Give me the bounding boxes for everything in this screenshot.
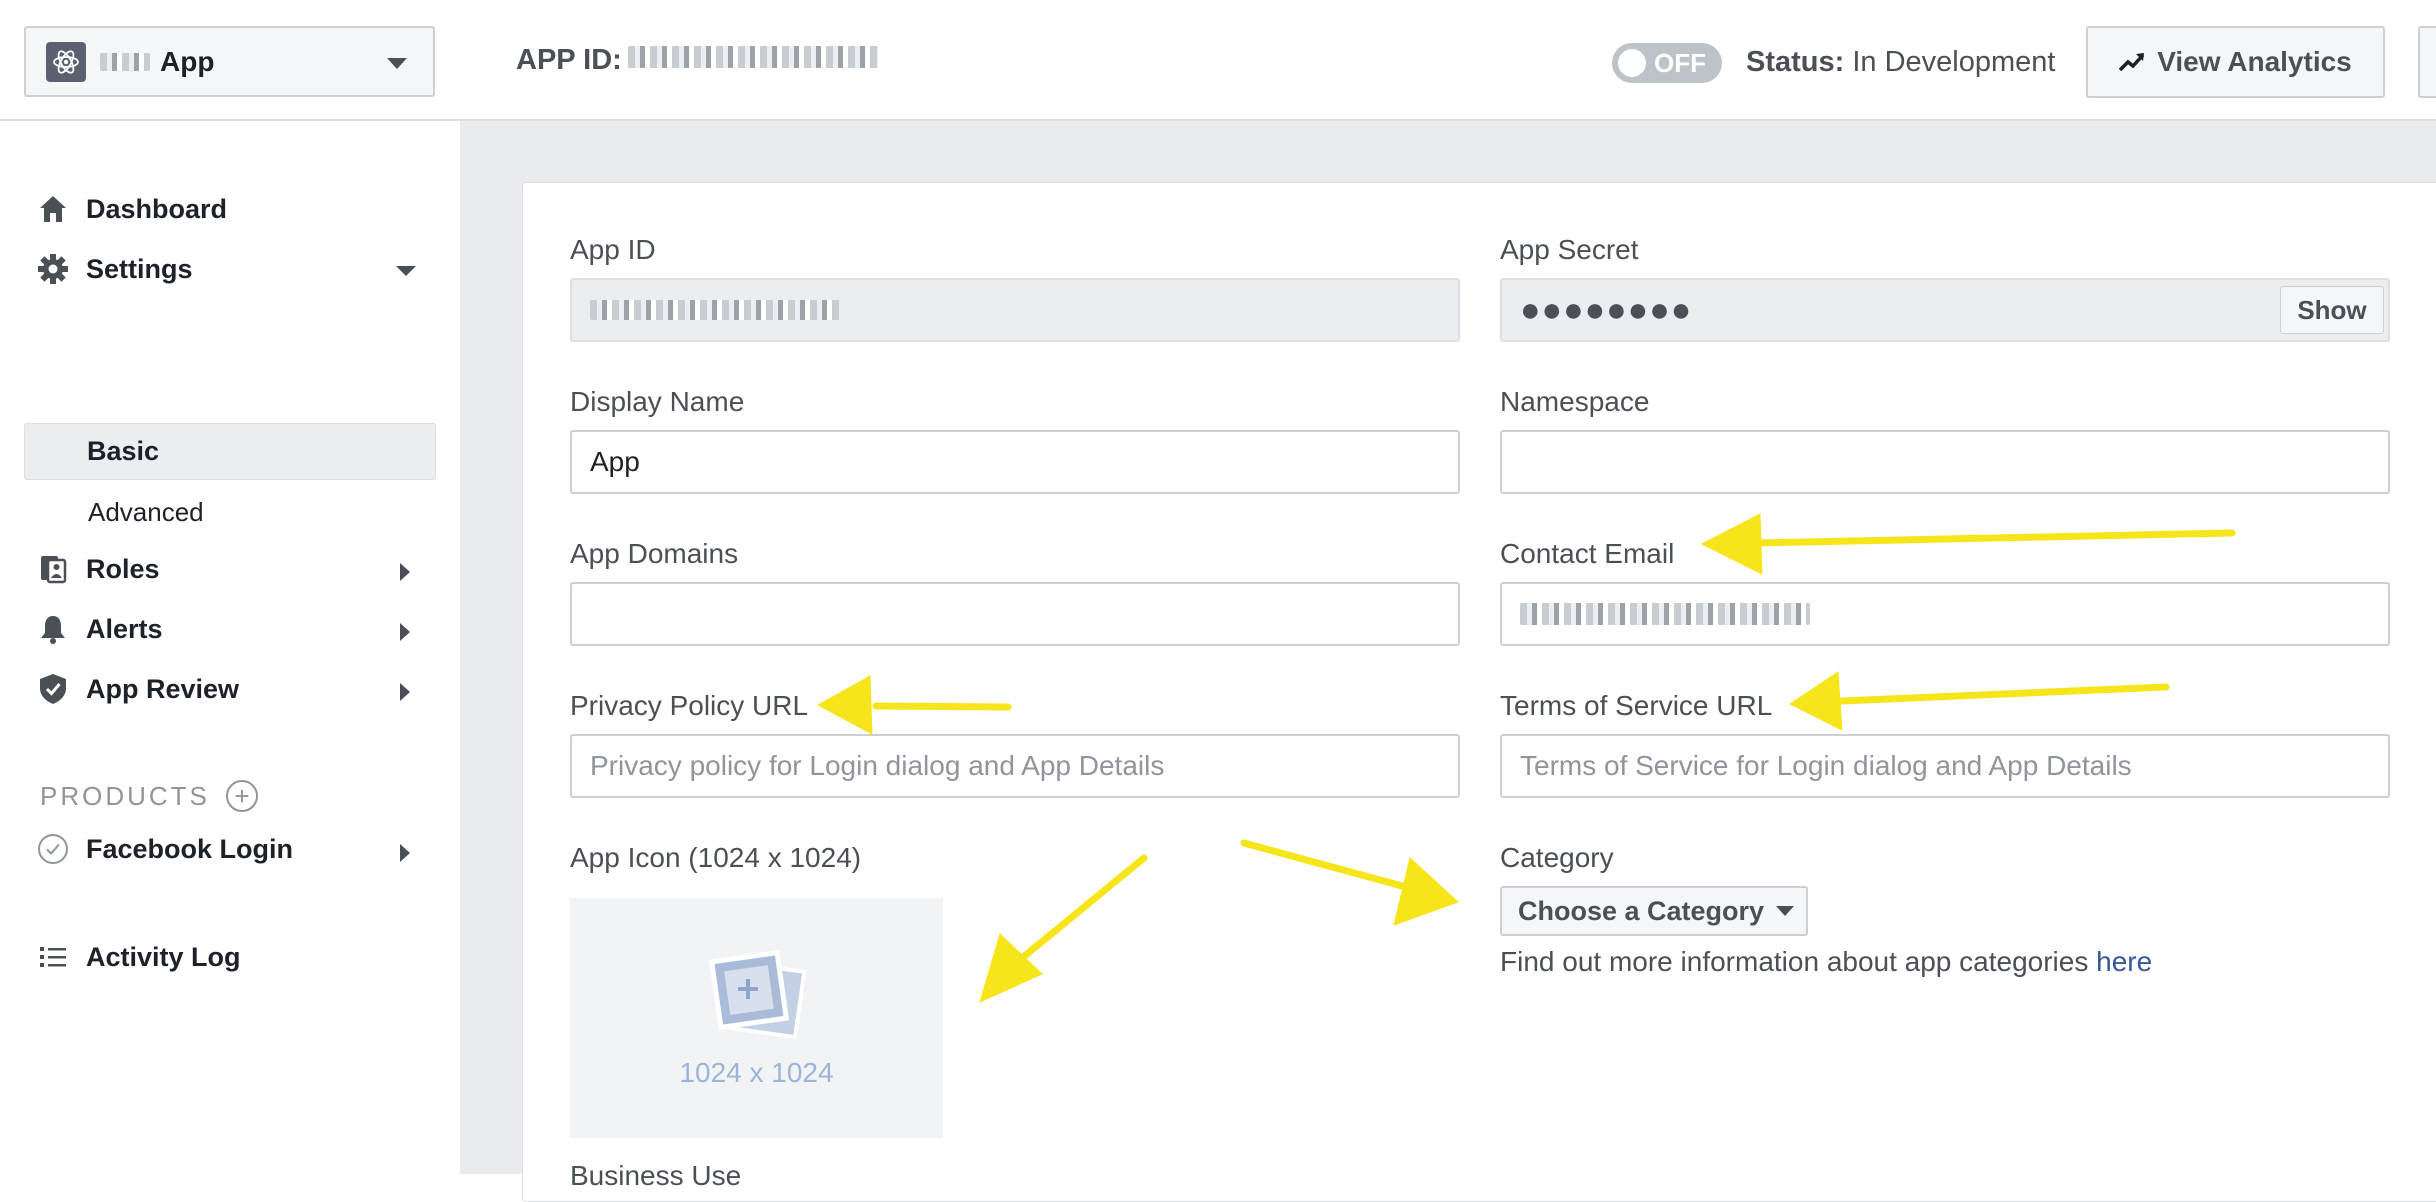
gear-icon <box>36 252 70 286</box>
bell-icon <box>36 612 70 646</box>
category-label: Category <box>1500 842 1614 873</box>
chevron-down-icon <box>396 266 416 276</box>
shield-icon <box>36 672 70 706</box>
app-id-field[interactable] <box>570 278 1460 342</box>
category-info-text: Find out more information about app cate… <box>1500 946 2152 978</box>
sidebar-item-alerts[interactable]: Alerts <box>36 612 163 646</box>
privacy-policy-placeholder: Privacy policy for Login dialog and App … <box>590 750 1165 781</box>
namespace-label: Namespace <box>1500 386 1650 417</box>
sidebar-item-activity-log[interactable]: Activity Log <box>36 940 241 974</box>
sidebar-subitem-advanced[interactable]: Advanced <box>88 497 204 528</box>
sidebar-subitem-basic[interactable]: Basic <box>24 423 436 480</box>
image-upload-icon <box>708 949 807 1040</box>
chevron-right-icon <box>400 623 410 641</box>
category-info-label: Find out more information about app cate… <box>1500 946 2097 977</box>
app-secret-field[interactable]: ●●●●●●●● Show <box>1500 278 2390 342</box>
category-info-link[interactable]: here <box>2096 946 2152 977</box>
live-toggle[interactable]: OFF <box>1612 43 1722 83</box>
app-id-label: APP ID: <box>516 44 622 76</box>
status-value: In Development <box>1852 46 2056 78</box>
sidebar-item-label: Dashboard <box>86 193 228 224</box>
contact-email-input[interactable] <box>1500 582 2390 646</box>
chevron-down-icon <box>387 58 407 69</box>
show-secret-button[interactable]: Show <box>2280 286 2384 334</box>
atom-icon <box>46 41 86 82</box>
choose-category-dropdown[interactable]: Choose a Category <box>1500 886 1808 936</box>
app-switcher-dropdown[interactable]: App <box>24 26 435 97</box>
sidebar-item-dashboard[interactable]: Dashboard <box>36 192 227 226</box>
add-product-icon[interactable]: + <box>225 780 258 812</box>
overflow-button[interactable] <box>2418 26 2436 98</box>
redacted-contact-email <box>1520 603 1810 625</box>
sidebar-item-roles[interactable]: Roles <box>36 552 160 586</box>
display-name-label: Display Name <box>570 386 745 417</box>
app-icon-label: App Icon (1024 x 1024) <box>570 842 862 873</box>
sidebar-item-facebook-login[interactable]: Facebook Login <box>36 832 293 866</box>
terms-of-service-input[interactable]: Terms of Service for Login dialog and Ap… <box>1500 734 2390 798</box>
chevron-right-icon <box>400 563 410 581</box>
sidebar-item-label: App Review <box>86 673 240 704</box>
sidebar-item-label: Settings <box>86 253 193 284</box>
app-name: App <box>160 45 215 77</box>
list-icon <box>36 940 70 974</box>
sidebar-item-label: Facebook Login <box>86 833 294 864</box>
sidebar-item-settings[interactable]: Settings <box>36 252 193 286</box>
chevron-down-icon <box>1776 906 1795 916</box>
business-use-label: Business Use <box>570 1160 742 1191</box>
sidebar-item-app-review[interactable]: App Review <box>36 672 239 706</box>
sidebar: Dashboard Settings Basic Advanced Roles … <box>0 121 460 1174</box>
toggle-label: OFF <box>1654 47 1706 78</box>
sidebar-item-label: Activity Log <box>86 941 241 972</box>
sidebar-item-label: Roles <box>86 553 160 584</box>
products-heading-label: PRODUCTS <box>40 780 210 811</box>
sidebar-item-label: Alerts <box>86 613 163 644</box>
privacy-policy-input[interactable]: Privacy policy for Login dialog and App … <box>570 734 1460 798</box>
status-label: Status: <box>1746 46 1845 78</box>
display-name-value: App <box>590 446 640 477</box>
redacted-app-id-value <box>590 300 840 320</box>
display-name-input[interactable]: App <box>570 430 1460 494</box>
view-analytics-button[interactable]: View Analytics <box>2086 26 2385 98</box>
app-domains-input[interactable] <box>570 582 1460 646</box>
privacy-policy-label: Privacy Policy URL <box>570 690 809 721</box>
trending-up-icon <box>2119 53 2145 72</box>
app-icon-upload[interactable]: 1024 x 1024 <box>570 898 943 1138</box>
app-id-field-label: App ID <box>570 234 656 265</box>
roles-icon <box>36 552 70 586</box>
products-heading: PRODUCTS + <box>40 780 258 812</box>
toggle-knob <box>1618 49 1646 77</box>
app-secret-label: App Secret <box>1500 234 1639 265</box>
top-bar: App APP ID: OFF Status: In Development V… <box>0 0 2436 121</box>
home-icon <box>36 192 70 226</box>
redacted-app-name-prefix <box>100 52 150 71</box>
choose-category-label: Choose a Category <box>1518 895 1765 926</box>
app-status: Status: In Development <box>1746 46 2055 79</box>
terms-of-service-label: Terms of Service URL <box>1500 690 1773 721</box>
redacted-app-id <box>628 46 878 68</box>
view-analytics-label: View Analytics <box>2157 46 2352 77</box>
contact-email-label: Contact Email <box>1500 538 1675 569</box>
app-domains-label: App Domains <box>570 538 739 569</box>
app-secret-value: ●●●●●●●● <box>1520 290 1693 329</box>
chevron-right-icon <box>400 844 410 862</box>
check-circle-icon <box>36 832 70 866</box>
app-icon-dimensions: 1024 x 1024 <box>679 1057 834 1088</box>
namespace-input[interactable] <box>1500 430 2390 494</box>
chevron-right-icon <box>400 683 410 701</box>
terms-of-service-placeholder: Terms of Service for Login dialog and Ap… <box>1520 750 2132 781</box>
